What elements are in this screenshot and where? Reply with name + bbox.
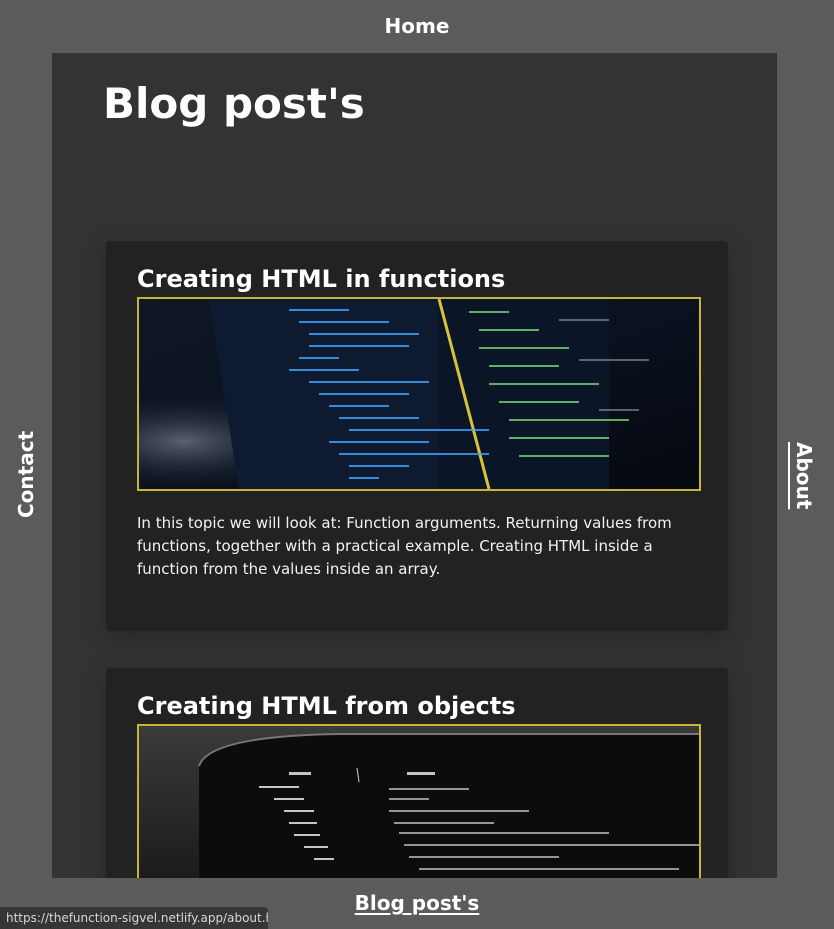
code-editor-image[interactable] (137, 297, 701, 491)
nav-home-link[interactable]: Home (0, 14, 834, 38)
main-panel: Blog post's Creating HTML in functions I… (52, 53, 777, 878)
code-editor-image[interactable] (137, 724, 701, 878)
blog-post-card[interactable]: Creating HTML from objects (106, 668, 728, 878)
code-editor-screenshot-icon (139, 299, 699, 489)
blog-post-title[interactable]: Creating HTML from objects (137, 692, 516, 720)
blog-post-title[interactable]: Creating HTML in functions (137, 265, 505, 293)
page-title: Blog post's (103, 79, 365, 128)
nav-contact-link[interactable]: Contact (14, 431, 44, 518)
blog-post-card[interactable]: Creating HTML in functions In this topic… (106, 241, 728, 631)
nav-about-link[interactable]: About (786, 438, 816, 514)
blog-post-excerpt: In this topic we will look at: Function … (137, 514, 672, 578)
browser-status-bar: https://thefunction-sigvel.netlify.app/a… (0, 907, 268, 929)
code-editor-screenshot-icon (139, 726, 699, 878)
